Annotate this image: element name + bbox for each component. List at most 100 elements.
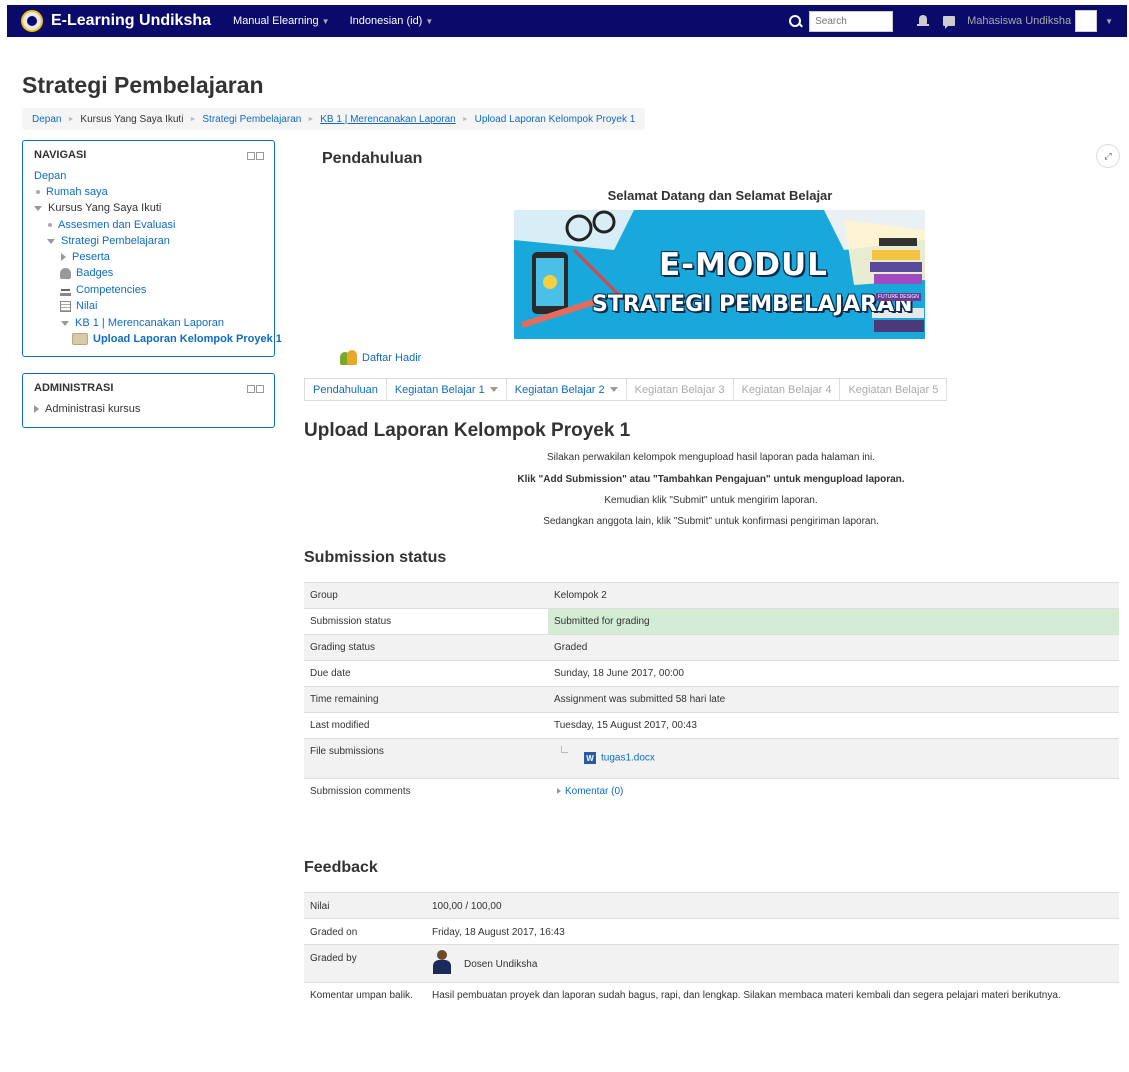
nav-item-kb1[interactable]: KB 1 | Merencanakan Laporan: [61, 317, 224, 329]
user-menu-caret-icon[interactable]: ▼: [1105, 17, 1113, 26]
tab-kegiatan-belajar-4[interactable]: Kegiatan Belajar 4: [733, 378, 841, 401]
file-tree-connector: [561, 746, 568, 753]
nav-item-administrasi-kursus[interactable]: Administrasi kursus: [34, 403, 140, 415]
breadcrumb-item[interactable]: Upload Laporan Kelompok Proyek 1: [475, 114, 636, 125]
messages-icon[interactable]: [943, 16, 956, 29]
table-cell-label: Submission comments: [310, 786, 411, 797]
collapse-icon[interactable]: [247, 152, 255, 160]
language-menu[interactable]: Indonesian (id) ▼: [350, 15, 434, 27]
nav-item-assesmen[interactable]: Assesmen dan Evaluasi: [48, 219, 175, 231]
breadcrumb-item[interactable]: Strategi Pembelajaran: [202, 114, 301, 125]
nav-item-competencies[interactable]: Competencies: [60, 284, 146, 296]
badge-icon: [60, 267, 71, 279]
block-controls: [247, 385, 264, 393]
notification-bell-icon[interactable]: [917, 15, 930, 27]
nav-item-label: Upload Laporan Kelompok Proyek 1: [93, 333, 282, 345]
administration-block: ADMINISTRASI Administrasi kursus: [22, 373, 275, 428]
manual-elearning-menu[interactable]: Manual Elearning ▼: [233, 15, 330, 27]
breadcrumb-separator-icon: ►: [461, 115, 469, 123]
table-cell-value: Kelompok 2: [554, 590, 607, 601]
banner-title: E-MODUL: [659, 247, 828, 283]
nav-item-label: Assesmen dan Evaluasi: [58, 219, 176, 231]
collapsed-icon: [61, 253, 66, 261]
nav-item-peserta[interactable]: Peserta: [61, 251, 110, 263]
nav-item-label: Administrasi kursus: [45, 403, 141, 415]
search-input[interactable]: [809, 10, 894, 32]
row-divider: [304, 738, 1119, 739]
row-divider: [304, 982, 1119, 983]
breadcrumb-separator-icon: ►: [67, 115, 75, 123]
table-cell-label: Due date: [310, 668, 351, 679]
status-value: Submitted for grading: [554, 616, 650, 627]
attendance-link[interactable]: Daftar Hadir: [340, 350, 421, 366]
assignment-upload-icon: [72, 333, 88, 345]
feedback-heading: Feedback: [304, 859, 378, 876]
table-cell-label: Grading status: [310, 642, 376, 653]
expanded-icon: [47, 238, 55, 244]
grade-value: 100,00 / 100,00: [432, 901, 502, 912]
university-logo-icon[interactable]: [21, 10, 43, 32]
dock-icon[interactable]: [256, 385, 264, 393]
manual-elearning-label: Manual Elearning: [233, 15, 319, 27]
table-cell-label: Submission status: [310, 616, 392, 627]
grader-avatar[interactable]: [432, 950, 452, 974]
navigation-block: NAVIGASI Depan Rumah saya Kursus Yang Sa…: [22, 140, 282, 357]
dock-icon[interactable]: [256, 152, 264, 160]
user-avatar[interactable]: [1075, 10, 1098, 32]
breadcrumb-item[interactable]: KB 1 | Merencanakan Laporan: [320, 114, 455, 125]
table-cell-label: Nilai: [310, 901, 330, 912]
table-cell-value: Friday, 18 August 2017, 16:43: [432, 927, 565, 938]
table-row-bg: [304, 583, 1119, 609]
bullet-icon: [48, 223, 52, 227]
nav-item-label: Nilai: [76, 300, 98, 312]
user-name[interactable]: Mahasiswa Undiksha: [967, 15, 1071, 27]
nav-item-badges[interactable]: Badges: [60, 267, 113, 279]
tab-kegiatan-belajar-1[interactable]: Kegiatan Belajar 1: [386, 378, 507, 401]
search-icon[interactable]: [789, 15, 802, 27]
site-brand[interactable]: E-Learning Undiksha: [51, 12, 211, 30]
table-cell-value: Tuesday, 15 August 2017, 00:43: [554, 720, 697, 731]
nav-item-rumah-saya[interactable]: Rumah saya: [36, 186, 108, 198]
nav-item-kursus[interactable]: Kursus Yang Saya Ikuti: [34, 202, 161, 214]
section-title: Pendahuluan: [322, 150, 423, 167]
tab-label: Pendahuluan: [313, 383, 378, 396]
nav-item-label: Competencies: [76, 284, 147, 296]
file-submission-link[interactable]: Wtugas1.docx: [584, 752, 655, 764]
table-cell-value: Sunday, 18 June 2017, 00:00: [554, 668, 684, 679]
fullscreen-toggle-icon[interactable]: ⤢: [1096, 144, 1120, 168]
row-divider: [304, 892, 1119, 893]
expanded-icon: [34, 205, 42, 211]
table-cell-value: Graded: [554, 642, 588, 653]
grader-name: Dosen Undiksha: [464, 959, 538, 970]
nav-item-upload-laporan[interactable]: Upload Laporan Kelompok Proyek 1: [72, 333, 282, 345]
nav-item-depan[interactable]: Depan: [34, 170, 66, 182]
table-cell-label: Graded on: [310, 927, 358, 938]
row-divider: [304, 712, 1119, 713]
table-row-bg: [304, 893, 1119, 919]
table-cell-label: File submissions: [310, 746, 384, 757]
collapse-icon[interactable]: [247, 385, 255, 393]
breadcrumb-item[interactable]: Depan: [32, 114, 61, 125]
tab-pendahuluan[interactable]: Pendahuluan: [304, 378, 387, 401]
attendance-label: Daftar Hadir: [362, 352, 422, 364]
row-divider: [304, 582, 1119, 583]
banner-subtitle: STRATEGI PEMBELAJARAN: [592, 292, 913, 317]
tab-label: Kegiatan Belajar 5: [848, 383, 939, 396]
comments-toggle[interactable]: Komentar (0): [557, 786, 623, 797]
feedback-comment: Hasil pembuatan proyek dan laporan sudah…: [432, 990, 1061, 1001]
tab-kegiatan-belajar-2[interactable]: Kegiatan Belajar 2: [506, 378, 627, 401]
activity-title: Upload Laporan Kelompok Proyek 1: [304, 420, 631, 441]
breadcrumb-item: Kursus Yang Saya Ikuti: [80, 113, 184, 125]
tab-kegiatan-belajar-3[interactable]: Kegiatan Belajar 3: [626, 378, 734, 401]
intro-line: Silakan perwakilan kelompok mengupload h…: [547, 452, 875, 463]
nav-item-nilai[interactable]: Nilai: [60, 300, 97, 312]
nav-item-label: Strategi Pembelajaran: [61, 235, 170, 247]
submission-status-heading: Submission status: [304, 549, 447, 566]
nav-item-strategi[interactable]: Strategi Pembelajaran: [47, 235, 170, 247]
tab-kegiatan-belajar-5[interactable]: Kegiatan Belajar 5: [840, 378, 948, 401]
row-divider: [304, 608, 1119, 609]
word-document-icon: W: [584, 752, 596, 764]
banner-tag: FUTURE DESIGN: [876, 293, 921, 301]
breadcrumb-separator-icon: ►: [307, 115, 315, 123]
emodul-banner-image: E-MODUL STRATEGI PEMBELAJARAN FUTURE DES…: [514, 210, 925, 339]
